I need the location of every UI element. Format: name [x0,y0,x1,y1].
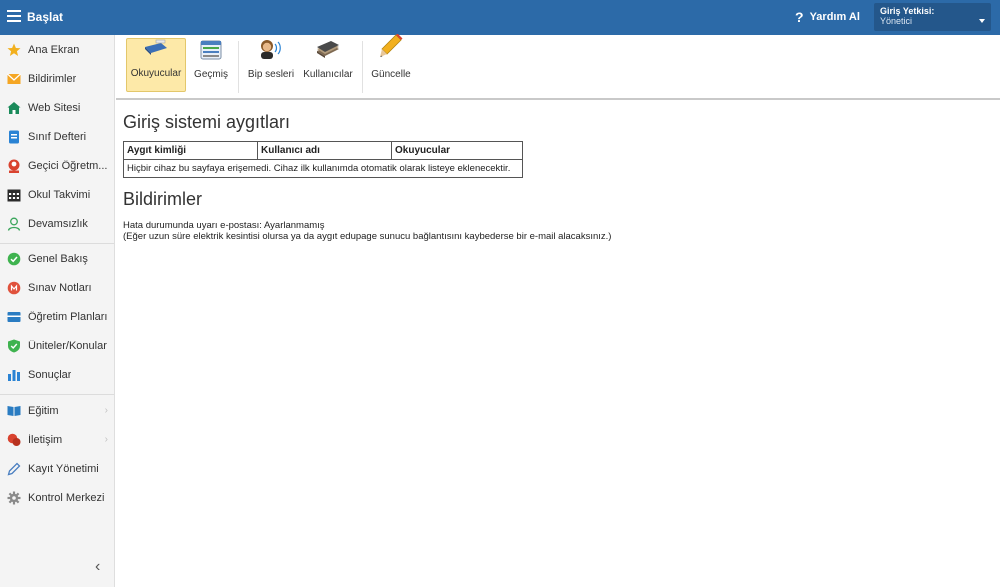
sidebar-item-bildirimler[interactable]: Bildirimler [0,64,114,93]
chevron-right-icon: › [104,405,108,416]
gear-icon [7,491,21,505]
sidebar-item-label: Öğretim Planları [28,310,108,323]
chevron-right-icon: › [104,434,108,445]
toolbar-label: Güncelle [371,69,411,80]
empty-table-message: Hiçbir cihaz bu sayfaya erişemedi. Cihaz… [123,159,523,178]
pen-icon [7,462,21,476]
card-stack-icon [315,40,341,63]
person-icon [7,217,21,231]
calendar-icon [7,188,21,202]
hamburger-menu-icon[interactable] [7,10,21,22]
role-label: Giriş Yetkisi: [880,6,935,16]
sidebar-item-uniteler-konular[interactable]: Üniteler/Konular [0,331,114,360]
app-title[interactable]: Başlat [27,10,63,24]
folder-icon [7,310,21,324]
sidebar-item-label: Geçici Öğretm... [28,159,108,172]
sidebar-item-label: Okul Takvimi [28,188,91,201]
check-circle-icon [7,252,21,266]
toolbar-guncelle-button[interactable]: Güncelle [370,33,412,92]
sidebar-item-kayit-yonetimi[interactable]: Kayıt Yönetimi [0,454,114,483]
sidebar-item-sinav-notlari[interactable]: Sınav Notları [0,273,114,302]
chat-icon [7,433,21,447]
toolbar-label: Bip sesleri [247,69,295,80]
alert-email-line: Hata durumunda uyarı e-postası: Ayarlanm… [123,220,325,231]
notebook-icon [7,130,21,144]
toolbar-bip-sesleri-button[interactable]: Bip sesleri [246,38,296,92]
sidebar-item-label: Kayıt Yönetimi [28,462,99,475]
speaker-person-icon [258,38,284,63]
toolbar: Okuyucular Geçmiş Bip sesleri Kullanıcıl… [116,33,1000,100]
sidebar-item-web-sitesi[interactable]: Web Sitesi [0,93,114,122]
column-header-kullanici-adi: Kullanıcı adı [257,141,392,160]
sidebar-item-label: Bildirimler [28,72,77,85]
sidebar-item-genel-bakis[interactable]: Genel Bakış [0,244,114,273]
sidebar-item-egitim[interactable]: Eğitim › [0,396,114,425]
grades-icon [7,281,21,295]
sidebar-item-label: Sınıf Defteri [28,130,87,143]
main-content: Giriş sistemi aygıtları Aygıt kimliği Ku… [123,112,611,242]
chevron-down-icon [979,19,985,23]
toolbar-label: Kullanıcılar [303,69,353,80]
sidebar-item-label: Sonuçlar [28,368,72,381]
column-header-aygit-kimligi: Aygıt kimliği [123,141,258,160]
help-label: Yardım Al [809,11,860,23]
sidebar-item-label: Eğitim [28,404,59,417]
notifications-title: Bildirimler [123,189,203,209]
card-reader-icon [144,39,168,62]
sidebar-collapse-icon[interactable]: ‹ [95,558,100,576]
toolbar-kullanicilar-button[interactable]: Kullanıcılar [302,38,354,92]
sidebar-item-label: Genel Bakış [28,252,88,265]
table-header-row: Aygıt kimliği Kullanıcı adı Okuyucular [123,141,523,160]
sidebar-item-label: İletişim [28,433,63,446]
sidebar-item-kontrol-merkezi[interactable]: Kontrol Merkezi [0,483,114,512]
sidebar-item-label: Sınav Notları [28,281,92,294]
column-header-okuyucular: Okuyucular [391,141,523,160]
role-value: Yönetici [880,16,913,26]
shield-check-icon [7,339,21,353]
star-icon [7,43,21,57]
sidebar: Ana Ekran Bildirimler Web Sitesi Sınıf D… [0,35,115,587]
sidebar-divider [0,394,114,395]
question-icon: ? [795,9,804,25]
sidebar-item-okul-takvimi[interactable]: Okul Takvimi [0,180,114,209]
toolbar-divider [238,41,239,93]
help-button[interactable]: ? Yardım Al [795,9,860,25]
sidebar-item-sonuclar[interactable]: Sonuçlar [0,360,114,389]
pencil-icon [378,33,404,63]
role-selector[interactable]: Giriş Yetkisi: Yönetici [874,3,991,31]
sidebar-item-gecici-ogretmen[interactable]: Geçici Öğretm... [0,151,114,180]
sidebar-item-devamsizlik[interactable]: Devamsızlık [0,209,114,238]
sidebar-item-ana-ekran[interactable]: Ana Ekran [0,35,114,64]
sidebar-item-label: Üniteler/Konular [28,339,107,352]
alert-email-note: (Eğer uzun süre elektrik kesintisi olurs… [123,231,612,242]
sidebar-item-label: Ana Ekran [28,43,80,56]
teacher-icon [7,159,21,173]
envelope-icon [7,72,21,86]
devices-title: Giriş sistemi aygıtları [123,112,291,132]
history-list-icon [200,40,222,63]
toolbar-okuyucular-button[interactable]: Okuyucular [126,38,186,92]
sidebar-item-label: Web Sitesi [28,101,81,114]
sidebar-item-ogretim-planlari[interactable]: Öğretim Planları [0,302,114,331]
sidebar-item-label: Devamsızlık [28,217,88,230]
sidebar-item-sinif-defteri[interactable]: Sınıf Defteri [0,122,114,151]
sidebar-item-iletisim[interactable]: İletişim › [0,425,114,454]
home-icon [7,101,21,115]
toolbar-label: Geçmiş [194,69,228,80]
bar-chart-icon [7,368,21,382]
devices-table: Aygıt kimliği Kullanıcı adı Okuyucular H… [123,141,523,178]
table-row: Hiçbir cihaz bu sayfaya erişemedi. Cihaz… [123,159,523,178]
toolbar-label: Okuyucular [130,68,182,79]
notifications-body: Hata durumunda uyarı e-postası: Ayarlanm… [123,220,611,242]
top-bar: Başlat ? Yardım Al Giriş Yetkisi: Yöneti… [0,0,1000,35]
book-icon [7,404,21,418]
toolbar-divider [362,41,363,93]
toolbar-gecmis-button[interactable]: Geçmiş [190,38,232,92]
sidebar-item-label: Kontrol Merkezi [28,491,105,504]
